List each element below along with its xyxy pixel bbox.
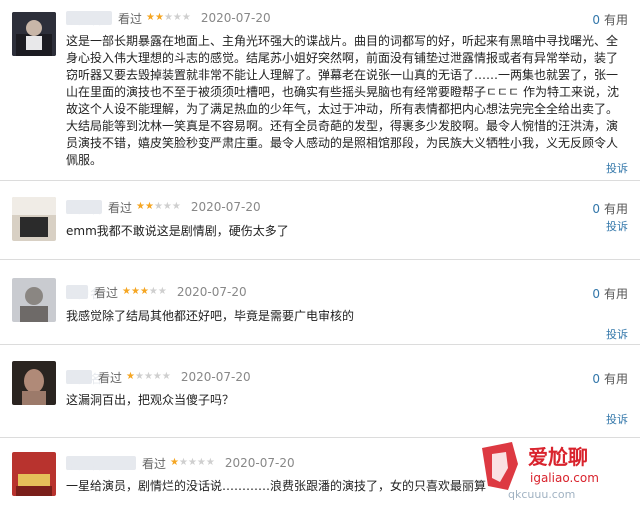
review-date: 2020-07-20 — [224, 456, 295, 470]
review-date: 2020-07-20 — [200, 11, 271, 25]
useful-button[interactable]: 0 有用 — [592, 11, 628, 28]
avatar[interactable] — [12, 452, 56, 496]
username[interactable]: 用户名 — [66, 200, 102, 216]
star-empty-icon: ★ — [181, 12, 191, 23]
star-empty-icon: ★ — [196, 457, 206, 468]
star-empty-icon: ★ — [152, 371, 162, 382]
report-link[interactable]: 投诉 — [606, 160, 628, 176]
seen-label: 看过 — [118, 11, 143, 26]
review-text: 这是一部长期暴露在地面上、主角光环强大的谍战片。曲目的词都写的好，听起来有黑暗中… — [66, 34, 619, 167]
useful-button[interactable]: 0 有用 — [592, 370, 628, 387]
star-filled-icon: ★ — [146, 12, 155, 23]
star-filled-icon: ★ — [122, 286, 131, 297]
review-date: 2020-07-20 — [190, 200, 261, 214]
review-meta: 用户名 看过 ★ ★ ★ ★ ★ 2020-07-20 — [66, 368, 251, 386]
rating-stars: ★ ★ ★ ★ ★ — [136, 202, 181, 212]
star-filled-icon: ★ — [170, 457, 179, 468]
review-meta: 用户名 看过 ★ ★ ★ ★ ★ 2020-07-20 — [66, 283, 247, 301]
report-link[interactable]: 投诉 — [606, 218, 628, 234]
useful-count: 0 — [592, 201, 600, 216]
star-empty-icon: ★ — [162, 201, 172, 212]
useful-label: 有用 — [603, 287, 628, 301]
rating-stars: ★ ★ ★ ★ ★ — [170, 458, 215, 468]
report-link[interactable]: 投诉 — [606, 411, 628, 427]
username[interactable]: 用户名 — [66, 285, 102, 301]
star-empty-icon: ★ — [171, 201, 181, 212]
review-text: 这漏洞百出，把观众当傻子吗？ — [66, 393, 235, 407]
review-item: 用户名 看过 ★ ★ ★ ★ ★ 2020-07-20 0 有用 这是一部长期暴露在地面… — [0, 0, 640, 180]
star-empty-icon: ★ — [172, 12, 182, 23]
star-empty-icon: ★ — [143, 371, 153, 382]
watermark-emblem-icon — [482, 442, 518, 490]
rating-stars: ★ ★ ★ ★ ★ — [146, 13, 191, 23]
star-empty-icon: ★ — [178, 457, 188, 468]
useful-label: 有用 — [603, 372, 628, 386]
review-item: 用户名 看过 ★ ★ ★ ★ ★ 2020-07-20 0 有用 我感觉除了结局其他都还… — [0, 260, 640, 344]
useful-count: 0 — [592, 286, 600, 301]
rating-stars: ★ ★ ★ ★ ★ — [126, 372, 171, 382]
watermark-logo: 爱尬聊 igaliao.com qkcuuu.com — [478, 438, 640, 502]
watermark-sub: qkcuuu.com — [508, 488, 575, 501]
report-link[interactable]: 投诉 — [606, 326, 628, 342]
avatar[interactable] — [12, 361, 56, 405]
username[interactable]: 用户名 — [66, 11, 112, 27]
star-filled-icon: ★ — [136, 201, 145, 212]
review-date: 2020-07-20 — [180, 370, 251, 384]
review-item: 用户名 看过 ★ ★ ★ ★ ★ 2020-07-20 0 有用 这漏洞百出，把观众当傻… — [0, 345, 640, 437]
review-meta: 用户名 看过 ★ ★ ★ ★ ★ 2020-07-20 — [66, 198, 261, 216]
watermark-site: igaliao.com — [530, 471, 599, 485]
star-filled-icon: ★ — [126, 371, 135, 382]
seen-label: 看过 — [98, 370, 123, 385]
seen-label: 看过 — [142, 456, 167, 471]
useful-button[interactable]: 0 有用 — [592, 200, 628, 217]
star-filled-icon: ★ — [130, 286, 140, 297]
star-empty-icon: ★ — [161, 371, 171, 382]
review-text: 我感觉除了结局其他都还好吧，毕竟是需要广电审核的 — [66, 309, 355, 323]
star-filled-icon: ★ — [144, 201, 154, 212]
review-item: 用户名 看过 ★ ★ ★ ★ ★ 2020-07-20 0 有用 emm我都不敢说这是剧… — [0, 181, 640, 259]
useful-count: 0 — [592, 371, 600, 386]
avatar[interactable] — [12, 197, 56, 241]
star-empty-icon: ★ — [163, 12, 173, 23]
watermark-brand: 爱尬聊 — [528, 445, 588, 469]
star-empty-icon: ★ — [205, 457, 215, 468]
star-empty-icon: ★ — [134, 371, 144, 382]
username[interactable]: 用户名 — [66, 456, 136, 472]
avatar[interactable] — [12, 12, 56, 56]
review-meta: 用户名 看过 ★ ★ ★ ★ ★ 2020-07-20 — [66, 454, 295, 472]
useful-count: 0 — [592, 12, 600, 27]
seen-label: 看过 — [94, 285, 119, 300]
review-date: 2020-07-20 — [176, 285, 247, 299]
star-empty-icon: ★ — [148, 286, 158, 297]
review-text: emm我都不敢说这是剧情剧，硬伤太多了 — [66, 224, 289, 238]
useful-label: 有用 — [603, 13, 628, 27]
username[interactable]: 用户名 — [66, 370, 102, 386]
rating-stars: ★ ★ ★ ★ ★ — [122, 287, 167, 297]
seen-label: 看过 — [108, 200, 133, 215]
star-filled-icon: ★ — [154, 12, 164, 23]
star-empty-icon: ★ — [157, 286, 167, 297]
avatar[interactable] — [12, 278, 56, 322]
star-empty-icon: ★ — [153, 201, 163, 212]
review-meta: 用户名 看过 ★ ★ ★ ★ ★ 2020-07-20 — [66, 9, 271, 27]
useful-button[interactable]: 0 有用 — [592, 285, 628, 302]
star-filled-icon: ★ — [139, 286, 149, 297]
star-empty-icon: ★ — [187, 457, 197, 468]
useful-label: 有用 — [603, 202, 628, 216]
